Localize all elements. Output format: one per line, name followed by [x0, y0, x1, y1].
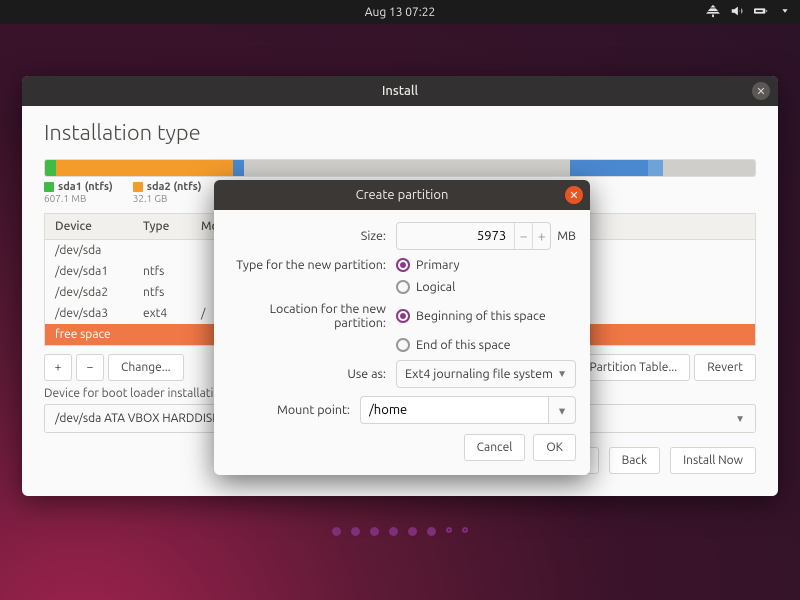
dialog-title: Create partition: [356, 188, 449, 202]
page-title: Installation type: [44, 120, 756, 145]
chevron-down-icon: ▼: [735, 413, 745, 425]
install-button[interactable]: Install Now: [670, 447, 756, 474]
partition-type-label: Type for the new partition:: [228, 258, 396, 272]
system-tray: [706, 4, 792, 21]
location-label: Location for the new partition:: [228, 302, 396, 330]
radio-logical[interactable]: Logical: [396, 280, 455, 294]
chevron-down-icon: ▼: [557, 368, 567, 380]
create-partition-dialog: Create partition ✕ Size: − + MB Type for…: [214, 180, 590, 475]
back-button[interactable]: Back: [609, 447, 660, 474]
clock: Aug 13 07:22: [365, 6, 436, 19]
volume-icon[interactable]: [730, 4, 744, 21]
size-input[interactable]: [397, 229, 514, 243]
wizard-progress-dots: [332, 527, 468, 536]
power-icon[interactable]: [778, 4, 792, 21]
remove-partition-button[interactable]: −: [76, 354, 104, 381]
close-window-button[interactable]: ✕: [752, 82, 770, 100]
legend-sda1: sda1 (ntfs) 607.1 MB: [44, 181, 113, 205]
network-icon[interactable]: [706, 4, 720, 21]
size-unit: MB: [557, 229, 576, 243]
battery-icon[interactable]: [754, 4, 768, 21]
legend-sda2: sda2 (ntfs) 32.1 GB: [133, 181, 202, 205]
dialog-close-button[interactable]: ✕: [565, 186, 583, 204]
radio-beginning[interactable]: Beginning of this space: [396, 309, 546, 323]
installer-title: Install: [382, 84, 418, 98]
installer-titlebar: Install ✕: [22, 76, 778, 106]
radio-end[interactable]: End of this space: [396, 338, 510, 352]
cancel-button[interactable]: Cancel: [464, 434, 526, 461]
use-as-label: Use as:: [228, 367, 396, 381]
use-as-select[interactable]: Ext4 journaling file system ▼: [396, 360, 576, 388]
add-partition-button[interactable]: +: [44, 354, 72, 381]
size-label: Size:: [228, 229, 396, 243]
radio-primary[interactable]: Primary: [396, 258, 460, 272]
top-bar: Aug 13 07:22: [0, 0, 800, 24]
change-partition-button[interactable]: Change...: [108, 354, 184, 381]
size-increment-button[interactable]: +: [532, 223, 550, 249]
size-input-wrapper: − +: [396, 222, 551, 250]
size-decrement-button[interactable]: −: [514, 223, 532, 249]
mount-point-label: Mount point:: [228, 403, 360, 417]
revert-button[interactable]: Revert: [694, 354, 756, 381]
mount-point-input[interactable]: [360, 396, 548, 424]
mount-point-dropdown-button[interactable]: ▾: [548, 396, 576, 424]
partition-usage-bar: [44, 159, 756, 177]
dialog-titlebar: Create partition ✕: [214, 180, 590, 210]
ok-button[interactable]: OK: [533, 434, 576, 461]
